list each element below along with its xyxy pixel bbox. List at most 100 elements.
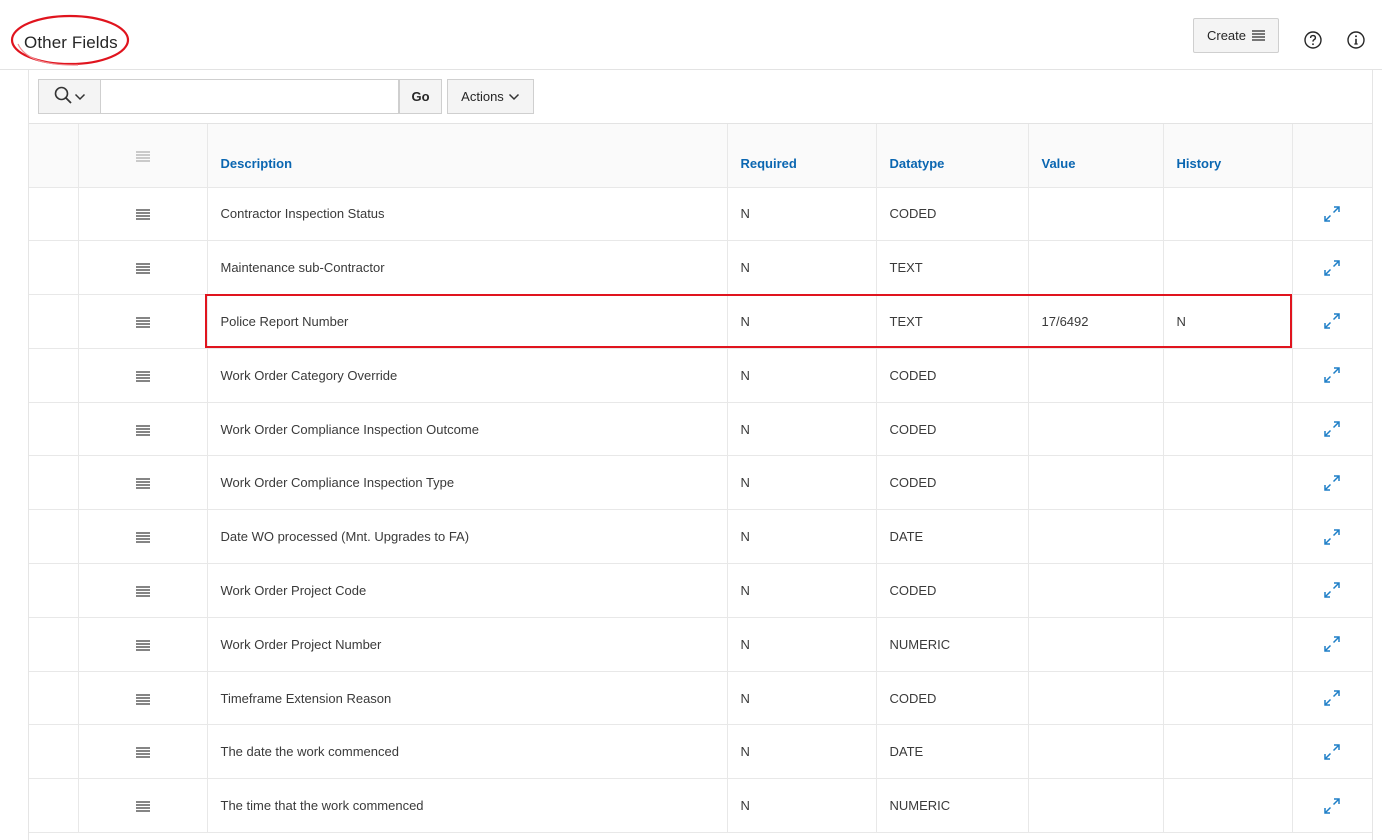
row-spacer [29, 563, 79, 618]
hamburger-menu-icon[interactable] [135, 368, 150, 383]
cell-required: N [727, 240, 877, 296]
hamburger-menu-icon[interactable] [135, 422, 150, 437]
column-header-datatype[interactable]: Datatype [876, 124, 1029, 188]
row-menu-cell[interactable] [78, 563, 208, 618]
cell-required: N [727, 294, 877, 349]
other-fields-table: Description Required Datatype Value Hist… [29, 124, 1372, 834]
row-spacer [29, 509, 79, 565]
hamburger-menu-icon[interactable] [135, 529, 150, 544]
cell-description: Work Order Project Number [207, 617, 728, 672]
expand-icon[interactable] [1323, 313, 1341, 330]
row-expand-cell[interactable] [1292, 778, 1372, 834]
hamburger-menu-icon[interactable] [135, 744, 150, 759]
cell-datatype: CODED [876, 348, 1029, 403]
expand-icon[interactable] [1323, 690, 1341, 706]
hamburger-menu-icon[interactable] [135, 583, 150, 598]
row-menu-cell[interactable] [78, 240, 208, 296]
expand-icon[interactable] [1323, 421, 1341, 437]
table-row: Contractor Inspection Status N CODED [29, 187, 1372, 242]
hamburger-menu-icon[interactable] [135, 637, 150, 652]
cell-required: N [727, 617, 877, 672]
row-spacer [29, 778, 79, 834]
cell-value [1028, 671, 1164, 726]
hamburger-menu-icon[interactable] [135, 206, 150, 221]
cell-value [1028, 617, 1164, 672]
cell-history [1163, 240, 1293, 296]
row-expand-cell[interactable] [1292, 671, 1372, 726]
cell-history [1163, 348, 1293, 403]
row-expand-cell[interactable] [1292, 563, 1372, 618]
cell-description: Work Order Compliance Inspection Type [207, 455, 728, 511]
table-row: Work Order Compliance Inspection Outcome… [29, 402, 1372, 457]
row-spacer [29, 455, 79, 511]
table-row: Date WO processed (Mnt. Upgrades to FA) … [29, 509, 1372, 565]
search-input[interactable] [100, 79, 399, 114]
info-icon[interactable] [1347, 31, 1365, 49]
expand-icon[interactable] [1323, 582, 1341, 599]
row-menu-cell[interactable] [78, 509, 208, 565]
row-expand-cell[interactable] [1292, 724, 1372, 780]
expand-icon[interactable] [1323, 474, 1341, 491]
expand-icon[interactable] [1323, 636, 1341, 653]
cell-required: N [727, 509, 877, 565]
row-expand-cell[interactable] [1292, 402, 1372, 457]
interactive-report: Go Actions Description Required Datatype… [28, 70, 1373, 840]
row-expand-cell[interactable] [1292, 455, 1372, 511]
row-expand-cell[interactable] [1292, 617, 1372, 672]
row-menu-cell[interactable] [78, 187, 208, 242]
help-icon[interactable] [1304, 31, 1322, 49]
expand-icon[interactable] [1323, 205, 1341, 222]
row-menu-cell[interactable] [78, 724, 208, 780]
cell-history [1163, 187, 1293, 242]
expand-icon[interactable] [1323, 528, 1341, 545]
hamburger-menu-icon[interactable] [135, 314, 150, 329]
cell-value [1028, 402, 1164, 457]
table-header-row: Description Required Datatype Value Hist… [29, 124, 1372, 188]
row-expand-cell[interactable] [1292, 294, 1372, 349]
table-row: Work Order Compliance Inspection Type N … [29, 455, 1372, 511]
hamburger-menu-icon[interactable] [135, 691, 150, 706]
cell-required: N [727, 348, 877, 403]
row-menu-cell[interactable] [78, 778, 208, 834]
column-header-required[interactable]: Required [727, 124, 877, 188]
column-header-description[interactable]: Description [207, 124, 728, 188]
cell-description: Work Order Compliance Inspection Outcome [207, 402, 728, 457]
cell-value [1028, 240, 1164, 296]
row-selector-header[interactable] [78, 124, 208, 188]
row-expand-cell[interactable] [1292, 348, 1372, 403]
cell-datatype: CODED [876, 187, 1029, 242]
cell-datatype: CODED [876, 671, 1029, 726]
hamburger-menu-icon[interactable] [135, 475, 150, 490]
search-column-button[interactable] [38, 79, 100, 114]
cell-datatype: DATE [876, 724, 1029, 780]
row-menu-cell[interactable] [78, 671, 208, 726]
row-menu-cell[interactable] [78, 402, 208, 457]
row-expand-cell[interactable] [1292, 240, 1372, 296]
hamburger-menu-icon[interactable] [135, 260, 150, 275]
table-row: Police Report Number N TEXT 17/6492 N [29, 294, 1372, 349]
expand-icon[interactable] [1323, 259, 1341, 276]
row-menu-cell[interactable] [78, 348, 208, 403]
cell-value [1028, 509, 1164, 565]
expand-icon[interactable] [1323, 743, 1341, 760]
go-button[interactable]: Go [399, 79, 442, 114]
row-menu-cell[interactable] [78, 294, 208, 349]
actions-button[interactable]: Actions [447, 79, 534, 114]
cell-datatype: CODED [876, 563, 1029, 618]
expand-icon[interactable] [1323, 367, 1341, 384]
cell-value: 17/6492 [1028, 294, 1164, 349]
create-button[interactable]: Create [1193, 18, 1279, 53]
row-menu-cell[interactable] [78, 455, 208, 511]
expand-icon[interactable] [1323, 797, 1341, 814]
row-spacer [29, 294, 79, 349]
column-header-value[interactable]: Value [1028, 124, 1164, 188]
table-row: Maintenance sub-Contractor N TEXT [29, 240, 1372, 296]
row-expand-cell[interactable] [1292, 187, 1372, 242]
header-spacer [1292, 124, 1372, 188]
row-menu-cell[interactable] [78, 617, 208, 672]
column-header-history[interactable]: History [1163, 124, 1293, 188]
cell-description: Timeframe Extension Reason [207, 671, 728, 726]
hamburger-menu-icon[interactable] [135, 798, 150, 813]
cell-datatype: NUMERIC [876, 778, 1029, 834]
row-expand-cell[interactable] [1292, 509, 1372, 565]
